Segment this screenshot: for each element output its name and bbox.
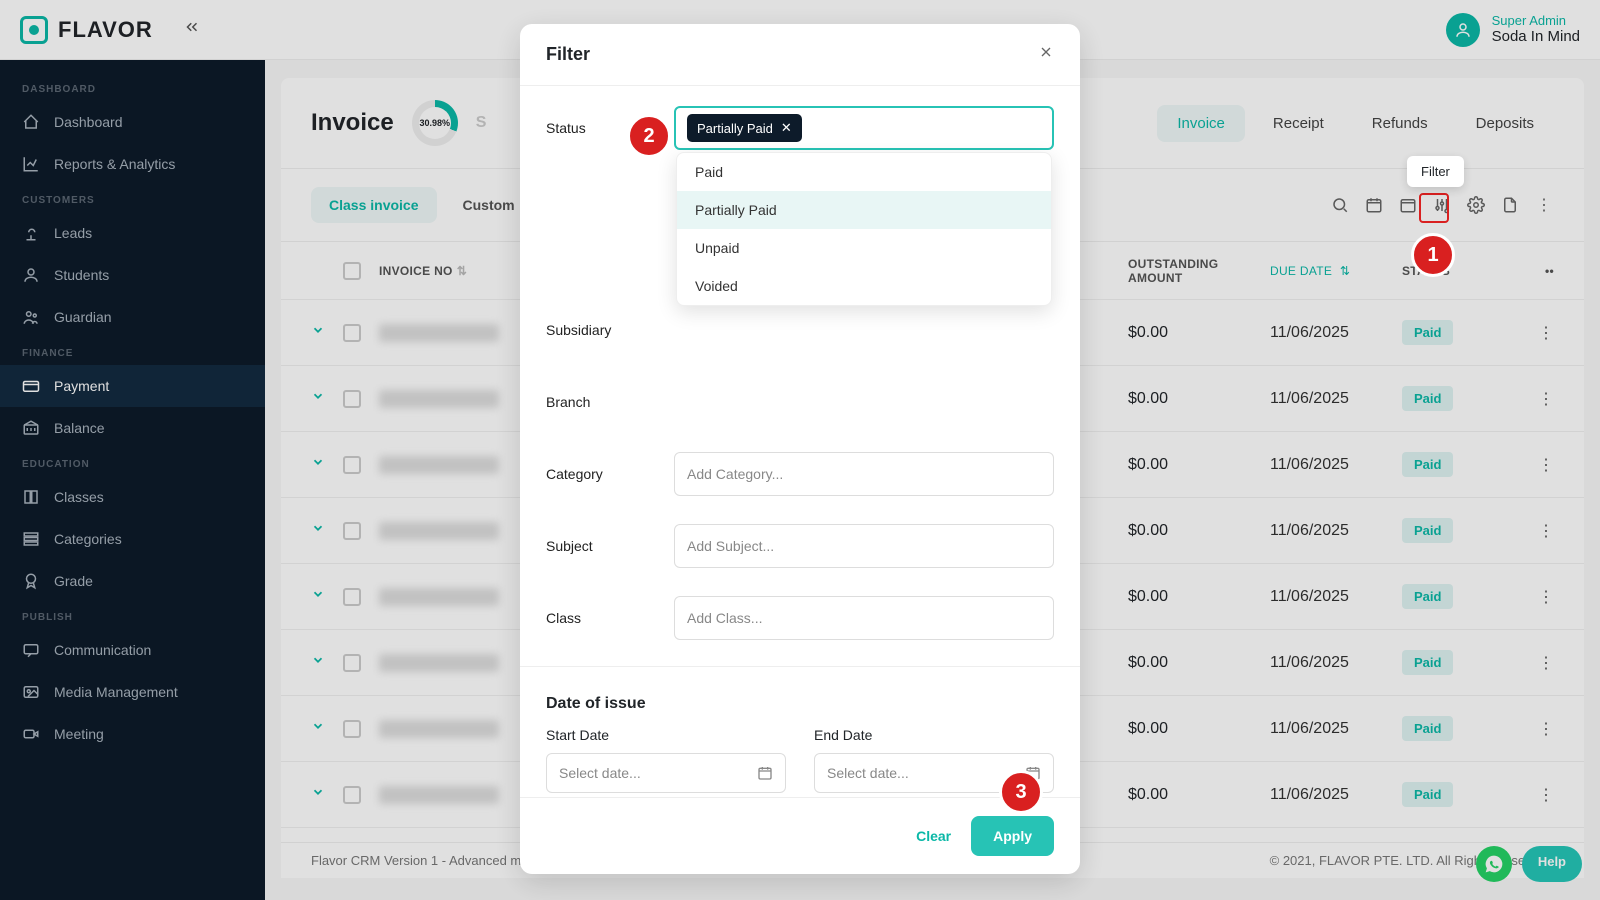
issue-end-label: End Date [814,727,1054,743]
status-chip: Partially Paid ✕ [687,114,802,142]
subsidiary-label: Subsidiary [546,322,662,338]
filter-modal: Filter Status Partially Paid ✕ PaidParti… [520,24,1080,874]
class-input[interactable]: Add Class... [674,596,1054,640]
issue-start-label: Start Date [546,727,786,743]
calendar-icon [757,765,773,781]
status-input[interactable]: Partially Paid ✕ PaidPartially PaidUnpai… [674,106,1054,150]
category-label: Category [546,466,662,482]
modal-title: Filter [546,44,590,65]
callout-1: 1 [1411,233,1455,277]
class-label: Class [546,610,662,626]
category-input[interactable]: Add Category... [674,452,1054,496]
apply-button[interactable]: Apply [971,816,1054,856]
status-dropdown: PaidPartially PaidUnpaidVoided [676,152,1052,306]
filter-tooltip: Filter [1407,156,1464,187]
status-option-partially-paid[interactable]: Partially Paid [677,191,1051,229]
subject-input[interactable]: Add Subject... [674,524,1054,568]
status-option-paid[interactable]: Paid [677,153,1051,191]
branch-label: Branch [546,394,662,410]
status-option-voided[interactable]: Voided [677,267,1051,305]
chip-remove-icon[interactable]: ✕ [781,120,792,136]
filter-highlight [1419,193,1449,223]
date-issue-heading: Date of issue [546,679,1054,719]
callout-3: 3 [999,770,1043,814]
subject-label: Subject [546,538,662,554]
clear-button[interactable]: Clear [916,828,951,844]
status-option-unpaid[interactable]: Unpaid [677,229,1051,267]
callout-2: 2 [627,114,671,158]
issue-start-input[interactable]: Select date... [546,753,786,793]
close-icon[interactable] [1038,44,1054,65]
